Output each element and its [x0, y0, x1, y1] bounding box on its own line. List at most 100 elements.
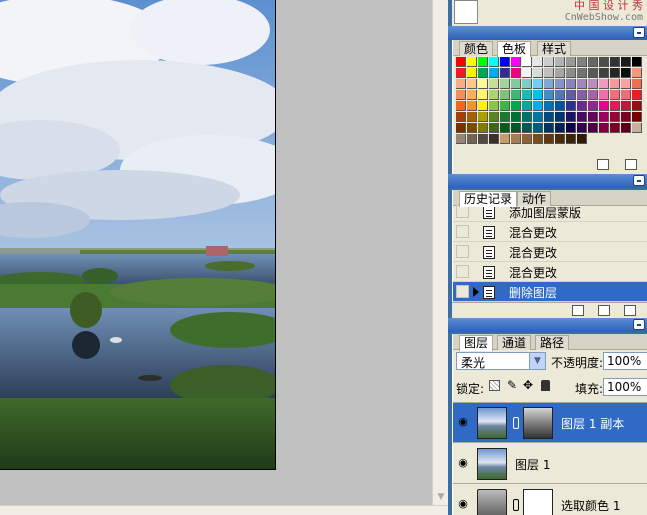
history-item[interactable]: 混合更改 [453, 242, 647, 262]
color-swatch[interactable] [599, 112, 609, 122]
new-document-from-state-icon[interactable] [572, 305, 584, 316]
color-swatch[interactable] [599, 123, 609, 133]
color-swatch[interactable] [621, 90, 631, 100]
history-brush-source-checkbox[interactable] [456, 265, 469, 278]
color-swatch[interactable] [489, 134, 499, 144]
scroll-down-arrow-icon[interactable]: ▼ [435, 491, 447, 503]
color-swatch[interactable] [489, 57, 499, 67]
color-swatch[interactable] [511, 79, 521, 89]
color-swatch[interactable] [599, 90, 609, 100]
color-swatch[interactable] [511, 123, 521, 133]
color-swatch[interactable] [478, 90, 488, 100]
color-swatch[interactable] [544, 123, 554, 133]
color-swatch[interactable] [555, 134, 565, 144]
camera-snapshot-icon[interactable] [598, 305, 610, 316]
color-swatch[interactable] [500, 101, 510, 111]
color-swatch[interactable] [566, 68, 576, 78]
color-swatch[interactable] [566, 134, 576, 144]
color-swatch[interactable] [478, 79, 488, 89]
eye-visibility-icon[interactable]: ◉ [456, 457, 470, 469]
color-swatch[interactable] [599, 79, 609, 89]
swatches-panel-titlebar[interactable] [448, 26, 647, 40]
color-swatch[interactable] [544, 79, 554, 89]
color-swatch[interactable] [588, 123, 598, 133]
layer-row[interactable]: ◉ 图层 1 副本 [453, 403, 647, 443]
color-swatch[interactable] [544, 57, 554, 67]
color-swatch[interactable] [632, 68, 642, 78]
color-swatch[interactable] [577, 112, 587, 122]
color-swatch[interactable] [555, 90, 565, 100]
chevron-down-icon[interactable]: ▼ [529, 353, 545, 369]
color-swatch[interactable] [632, 101, 642, 111]
color-swatch[interactable] [588, 112, 598, 122]
color-swatch[interactable] [610, 68, 620, 78]
color-swatch[interactable] [467, 68, 477, 78]
color-swatch[interactable] [522, 112, 532, 122]
color-swatch[interactable] [632, 123, 642, 133]
color-swatch[interactable] [599, 68, 609, 78]
color-swatch[interactable] [467, 79, 477, 89]
tab-paths[interactable]: 路径 [535, 335, 570, 350]
history-panel-titlebar[interactable] [448, 174, 647, 188]
color-swatch[interactable] [489, 79, 499, 89]
history-item[interactable]: 混合更改 [453, 222, 647, 242]
eye-visibility-icon[interactable]: ◉ [456, 498, 470, 510]
color-swatch[interactable] [533, 57, 543, 67]
blend-mode-select[interactable]: 柔光 ▼ [456, 352, 546, 370]
layer-thumbnail[interactable] [477, 407, 507, 439]
trash-icon[interactable] [625, 159, 637, 170]
tab-color[interactable]: 颜色 [459, 41, 494, 56]
color-swatch[interactable] [632, 79, 642, 89]
color-swatch[interactable] [577, 134, 587, 144]
color-swatch[interactable] [511, 57, 521, 67]
color-swatch[interactable] [478, 112, 488, 122]
color-swatch[interactable] [533, 101, 543, 111]
panel-menu-button[interactable] [633, 319, 645, 330]
color-swatch[interactable] [588, 101, 598, 111]
color-swatch[interactable] [511, 90, 521, 100]
lock-all-icon[interactable] [541, 380, 550, 391]
document-canvas[interactable] [0, 0, 432, 505]
color-swatch[interactable] [500, 90, 510, 100]
color-swatch[interactable] [555, 79, 565, 89]
wetland-photo[interactable] [0, 0, 276, 470]
color-swatch[interactable] [577, 123, 587, 133]
color-swatch[interactable] [489, 68, 499, 78]
lock-position-icon[interactable]: ✥ [523, 378, 533, 392]
tab-layers[interactable]: 图层 [459, 335, 494, 351]
color-swatch[interactable] [511, 112, 521, 122]
color-swatch[interactable] [456, 112, 466, 122]
adjustment-layer-icon[interactable] [477, 489, 507, 515]
color-swatch[interactable] [566, 57, 576, 67]
color-swatch[interactable] [621, 112, 631, 122]
mask-link-chain-icon[interactable] [513, 499, 519, 511]
color-swatch[interactable] [478, 134, 488, 144]
history-brush-source-checkbox[interactable] [456, 285, 469, 298]
color-swatch[interactable] [489, 101, 499, 111]
history-item[interactable]: 混合更改 [453, 262, 647, 282]
color-swatch[interactable] [610, 112, 620, 122]
color-swatch[interactable] [555, 57, 565, 67]
color-swatch[interactable] [588, 57, 598, 67]
color-swatch[interactable] [467, 134, 477, 144]
color-swatch[interactable] [522, 68, 532, 78]
color-swatch[interactable] [544, 134, 554, 144]
color-swatch[interactable] [588, 68, 598, 78]
color-swatch[interactable] [610, 57, 620, 67]
layers-panel-titlebar[interactable] [448, 318, 647, 332]
color-swatch[interactable] [467, 90, 477, 100]
color-swatch[interactable] [544, 101, 554, 111]
layer-mask-thumbnail[interactable] [523, 407, 553, 439]
new-swatch-icon[interactable] [597, 159, 609, 170]
color-swatch[interactable] [577, 101, 587, 111]
history-item[interactable]: 删除图层 [453, 282, 647, 302]
history-brush-source-checkbox[interactable] [456, 225, 469, 238]
tab-swatches[interactable]: 色板 [497, 41, 532, 57]
color-swatch[interactable] [522, 134, 532, 144]
color-swatch[interactable] [511, 101, 521, 111]
color-swatch[interactable] [500, 123, 510, 133]
color-swatch[interactable] [533, 123, 543, 133]
color-swatch[interactable] [588, 90, 598, 100]
color-swatch[interactable] [522, 101, 532, 111]
color-swatch[interactable] [500, 112, 510, 122]
